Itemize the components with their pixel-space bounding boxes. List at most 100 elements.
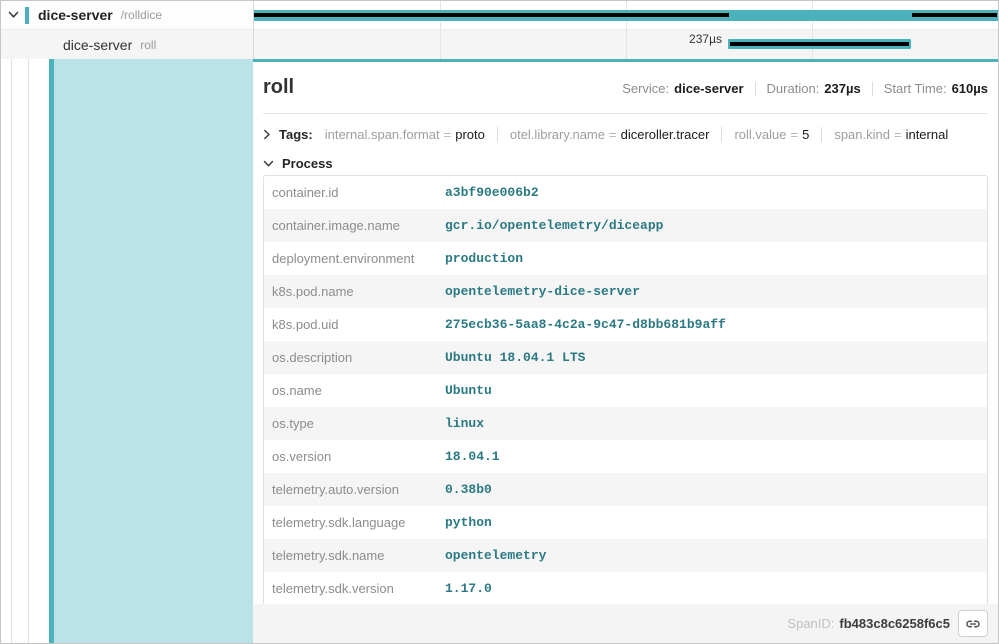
tag-equals: = [609,127,617,142]
process-table: container.ida3bf90e006b2 container.image… [263,175,988,606]
tag-divider [497,127,498,142]
duration-value: 237µs [824,81,860,96]
process-row: os.nameUbuntu [264,374,987,407]
process-key: os.version [272,449,445,464]
process-value: 275ecb36-5aa8-4c2a-9c47-d8bb681b9aff [445,317,726,332]
process-row: telemetry.sdk.languagepython [264,506,987,539]
span-detail-header: roll Service: dice-server Duration: 237µ… [263,76,988,102]
process-row: telemetry.sdk.version1.17.0 [264,572,987,605]
span-title: roll [263,76,294,99]
tag-equals: = [894,127,902,142]
process-key: container.image.name [272,218,445,233]
process-row: os.descriptionUbuntu 18.04.1 LTS [264,341,987,374]
process-value: 0.38b0 [445,482,492,497]
span-bar-rolldice[interactable] [254,10,998,21]
critical-path-segment [912,13,997,17]
tag-value: proto [455,127,485,142]
tag-key: span.kind [834,127,890,142]
process-row: container.ida3bf90e006b2 [264,176,987,209]
span-row-rolldice[interactable]: dice-server /rolldice [1,1,253,30]
tag-equals: = [791,127,799,142]
process-key: container.id [272,185,445,200]
process-key: telemetry.sdk.language [272,515,445,530]
link-icon [965,616,981,632]
span-service-name: dice-server [63,37,132,53]
chevron-down-icon[interactable] [8,11,19,19]
process-row: k8s.pod.uid275ecb36-5aa8-4c2a-9c47-d8bb6… [264,308,987,341]
tag-key: internal.span.format [325,127,440,142]
chevron-down-icon [263,160,274,168]
deep-link-button[interactable] [958,610,988,637]
process-key: os.description [272,350,445,365]
overview-divider [872,82,873,96]
process-value: linux [445,416,484,431]
trace-view: dice-server /rolldice dice-server roll 2… [0,0,999,644]
tag-item: internal.span.format =proto [325,127,485,142]
tags-accordion[interactable]: Tags: internal.span.format=proto otel.li… [263,123,988,145]
span-operation-name: roll [140,38,156,52]
process-key: telemetry.auto.version [272,482,445,497]
process-value: opentelemetry-dice-server [445,284,640,299]
span-overview: Service: dice-server Duration: 237µs Sta… [622,81,988,96]
tag-divider [821,127,822,142]
start-time-value: 610µs [952,81,988,96]
process-key: os.type [272,416,445,431]
process-row: telemetry.auto.version0.38b0 [264,473,987,506]
process-value: Ubuntu [445,383,492,398]
process-value: python [445,515,492,530]
tag-value: diceroller.tracer [621,127,710,142]
critical-path-segment [730,42,909,46]
tags-label: Tags: [279,127,313,142]
process-row: os.typelinux [264,407,987,440]
process-label: Process [282,156,333,171]
duration-label: Duration: [767,81,820,96]
process-value: production [445,251,523,266]
span-operation-name: /rolldice [121,8,162,22]
span-color-bar [25,7,29,24]
process-row: telemetry.sdk.nameopentelemetry [264,539,987,572]
spanid-label: SpanID: [787,616,834,631]
span-service-name: dice-server [38,7,113,23]
indent-guide [11,30,12,643]
process-value: 1.17.0 [445,581,492,596]
tag-item: otel.library.name = diceroller.tracer [510,127,710,142]
tag-item: roll.value =5 [734,127,809,142]
tag-key: roll.value [734,127,786,142]
selected-span-highlight [54,59,253,643]
span-detail-panel: roll Service: dice-server Duration: 237µ… [253,59,998,643]
process-key: k8s.pod.uid [272,317,445,332]
tag-item: span.kind = internal [834,127,948,142]
service-value: dice-server [674,81,743,96]
process-value: opentelemetry [445,548,546,563]
process-key: telemetry.sdk.name [272,548,445,563]
process-row: deployment.environmentproduction [264,242,987,275]
indent-guide [28,30,29,643]
process-row: container.image.namegcr.io/opentelemetry… [264,209,987,242]
process-value: a3bf90e006b2 [445,185,539,200]
header-divider [263,113,988,114]
process-accordion[interactable]: Process [263,154,988,173]
process-key: telemetry.sdk.version [272,581,445,596]
span-duration-label: 237µs [689,32,722,46]
critical-path-segment [254,13,729,17]
process-value: Ubuntu 18.04.1 LTS [445,350,585,365]
process-value: gcr.io/opentelemetry/diceapp [445,218,663,233]
process-value: 18.04.1 [445,449,500,464]
tag-value: 5 [802,127,809,142]
span-bar-roll[interactable] [728,39,911,49]
process-row: os.version18.04.1 [264,440,987,473]
span-detail-footer: SpanID: fb483c8c6258f6c5 [253,604,998,643]
span-row-roll[interactable]: dice-server roll [1,30,253,59]
tag-value: internal [906,127,949,142]
service-label: Service: [622,81,669,96]
process-row: k8s.pod.nameopentelemetry-dice-server [264,275,987,308]
tag-key: otel.library.name [510,127,605,142]
spanid-value: fb483c8c6258f6c5 [839,616,950,631]
start-time-label: Start Time: [884,81,947,96]
process-key: deployment.environment [272,251,445,266]
tag-equals: = [444,127,452,142]
overview-divider [755,82,756,96]
trace-timeline: 237µs [254,1,998,59]
process-key: k8s.pod.name [272,284,445,299]
process-key: os.name [272,383,445,398]
